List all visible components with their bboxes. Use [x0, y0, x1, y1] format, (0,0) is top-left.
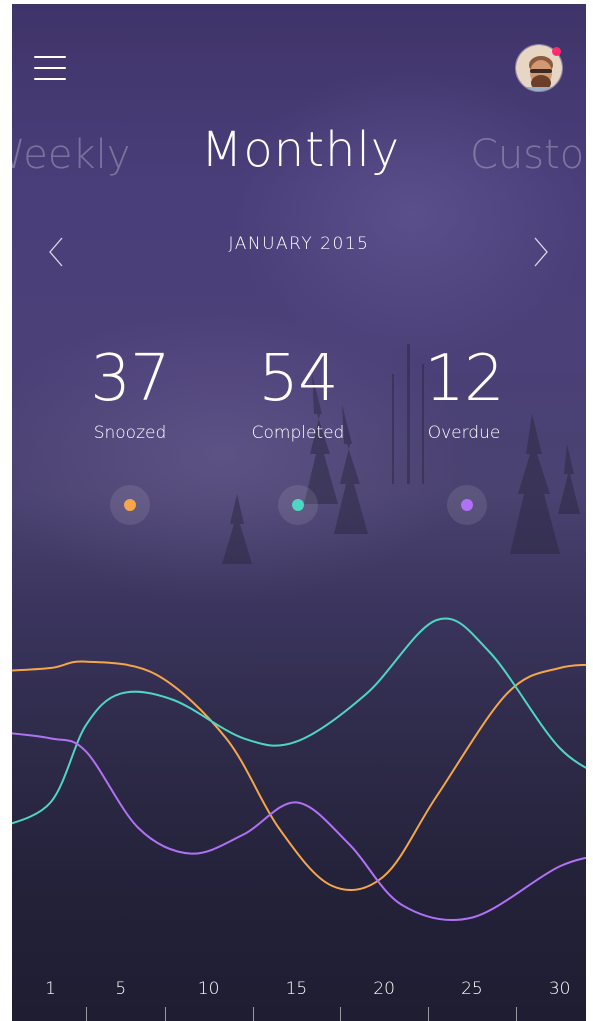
x-tick-label: 5	[115, 979, 127, 999]
overdue-series-line	[12, 732, 586, 921]
completed-series-line	[12, 617, 586, 825]
stat-value: 12	[424, 342, 504, 416]
app-screen: Weekly Monthly Custom JANUARY 2015 37 Sn…	[12, 4, 586, 1021]
next-month-button[interactable]	[525, 232, 555, 272]
trend-chart	[12, 617, 586, 921]
x-tick-label: 1	[45, 979, 56, 999]
menu-bar	[34, 78, 66, 80]
snoozed-legend-toggle[interactable]	[110, 485, 150, 525]
menu-bar	[34, 67, 66, 69]
overdue-legend-toggle[interactable]	[447, 485, 487, 525]
stat-completed: 54 Completed	[218, 339, 378, 443]
period-label: JANUARY 2015	[228, 234, 370, 254]
avatar[interactable]	[515, 44, 563, 92]
menu-bar	[34, 56, 66, 58]
stat-value: 54	[258, 342, 338, 416]
x-tick-mark	[85, 1007, 87, 1021]
x-tick-mark	[428, 1007, 429, 1021]
x-tick-mark	[164, 1007, 166, 1021]
x-tick-label: 30	[548, 979, 571, 999]
stat-snoozed: 37 Snoozed	[50, 339, 210, 443]
stat-value: 37	[90, 342, 170, 416]
chevron-right-icon	[534, 237, 548, 267]
x-tick-label: 15	[285, 979, 308, 999]
tab-weekly[interactable]: Weekly	[12, 132, 130, 178]
x-tick-mark	[515, 1007, 517, 1021]
notification-dot	[552, 47, 561, 56]
stat-label: Snoozed	[93, 423, 167, 443]
x-tick-label: 20	[373, 979, 395, 999]
tab-custom[interactable]: Custom	[470, 132, 586, 178]
x-tick-label: 10	[197, 979, 220, 999]
snoozed-series-line	[12, 660, 586, 892]
overdue-dot	[461, 499, 473, 511]
x-tick-mark	[340, 1007, 342, 1021]
stat-label: Overdue	[427, 423, 501, 443]
snoozed-dot	[124, 499, 136, 511]
stat-label: Completed	[251, 423, 345, 443]
stat-overdue: 12 Overdue	[384, 339, 544, 443]
tab-monthly[interactable]: Monthly	[201, 122, 400, 178]
x-tick-mark	[252, 1007, 254, 1021]
completed-dot	[292, 499, 304, 511]
x-axis: 1 5 10 15 20 25 30	[12, 979, 586, 1021]
completed-legend-toggle[interactable]	[278, 485, 318, 525]
menu-button[interactable]	[34, 52, 68, 86]
x-tick-label: 25	[461, 979, 483, 999]
